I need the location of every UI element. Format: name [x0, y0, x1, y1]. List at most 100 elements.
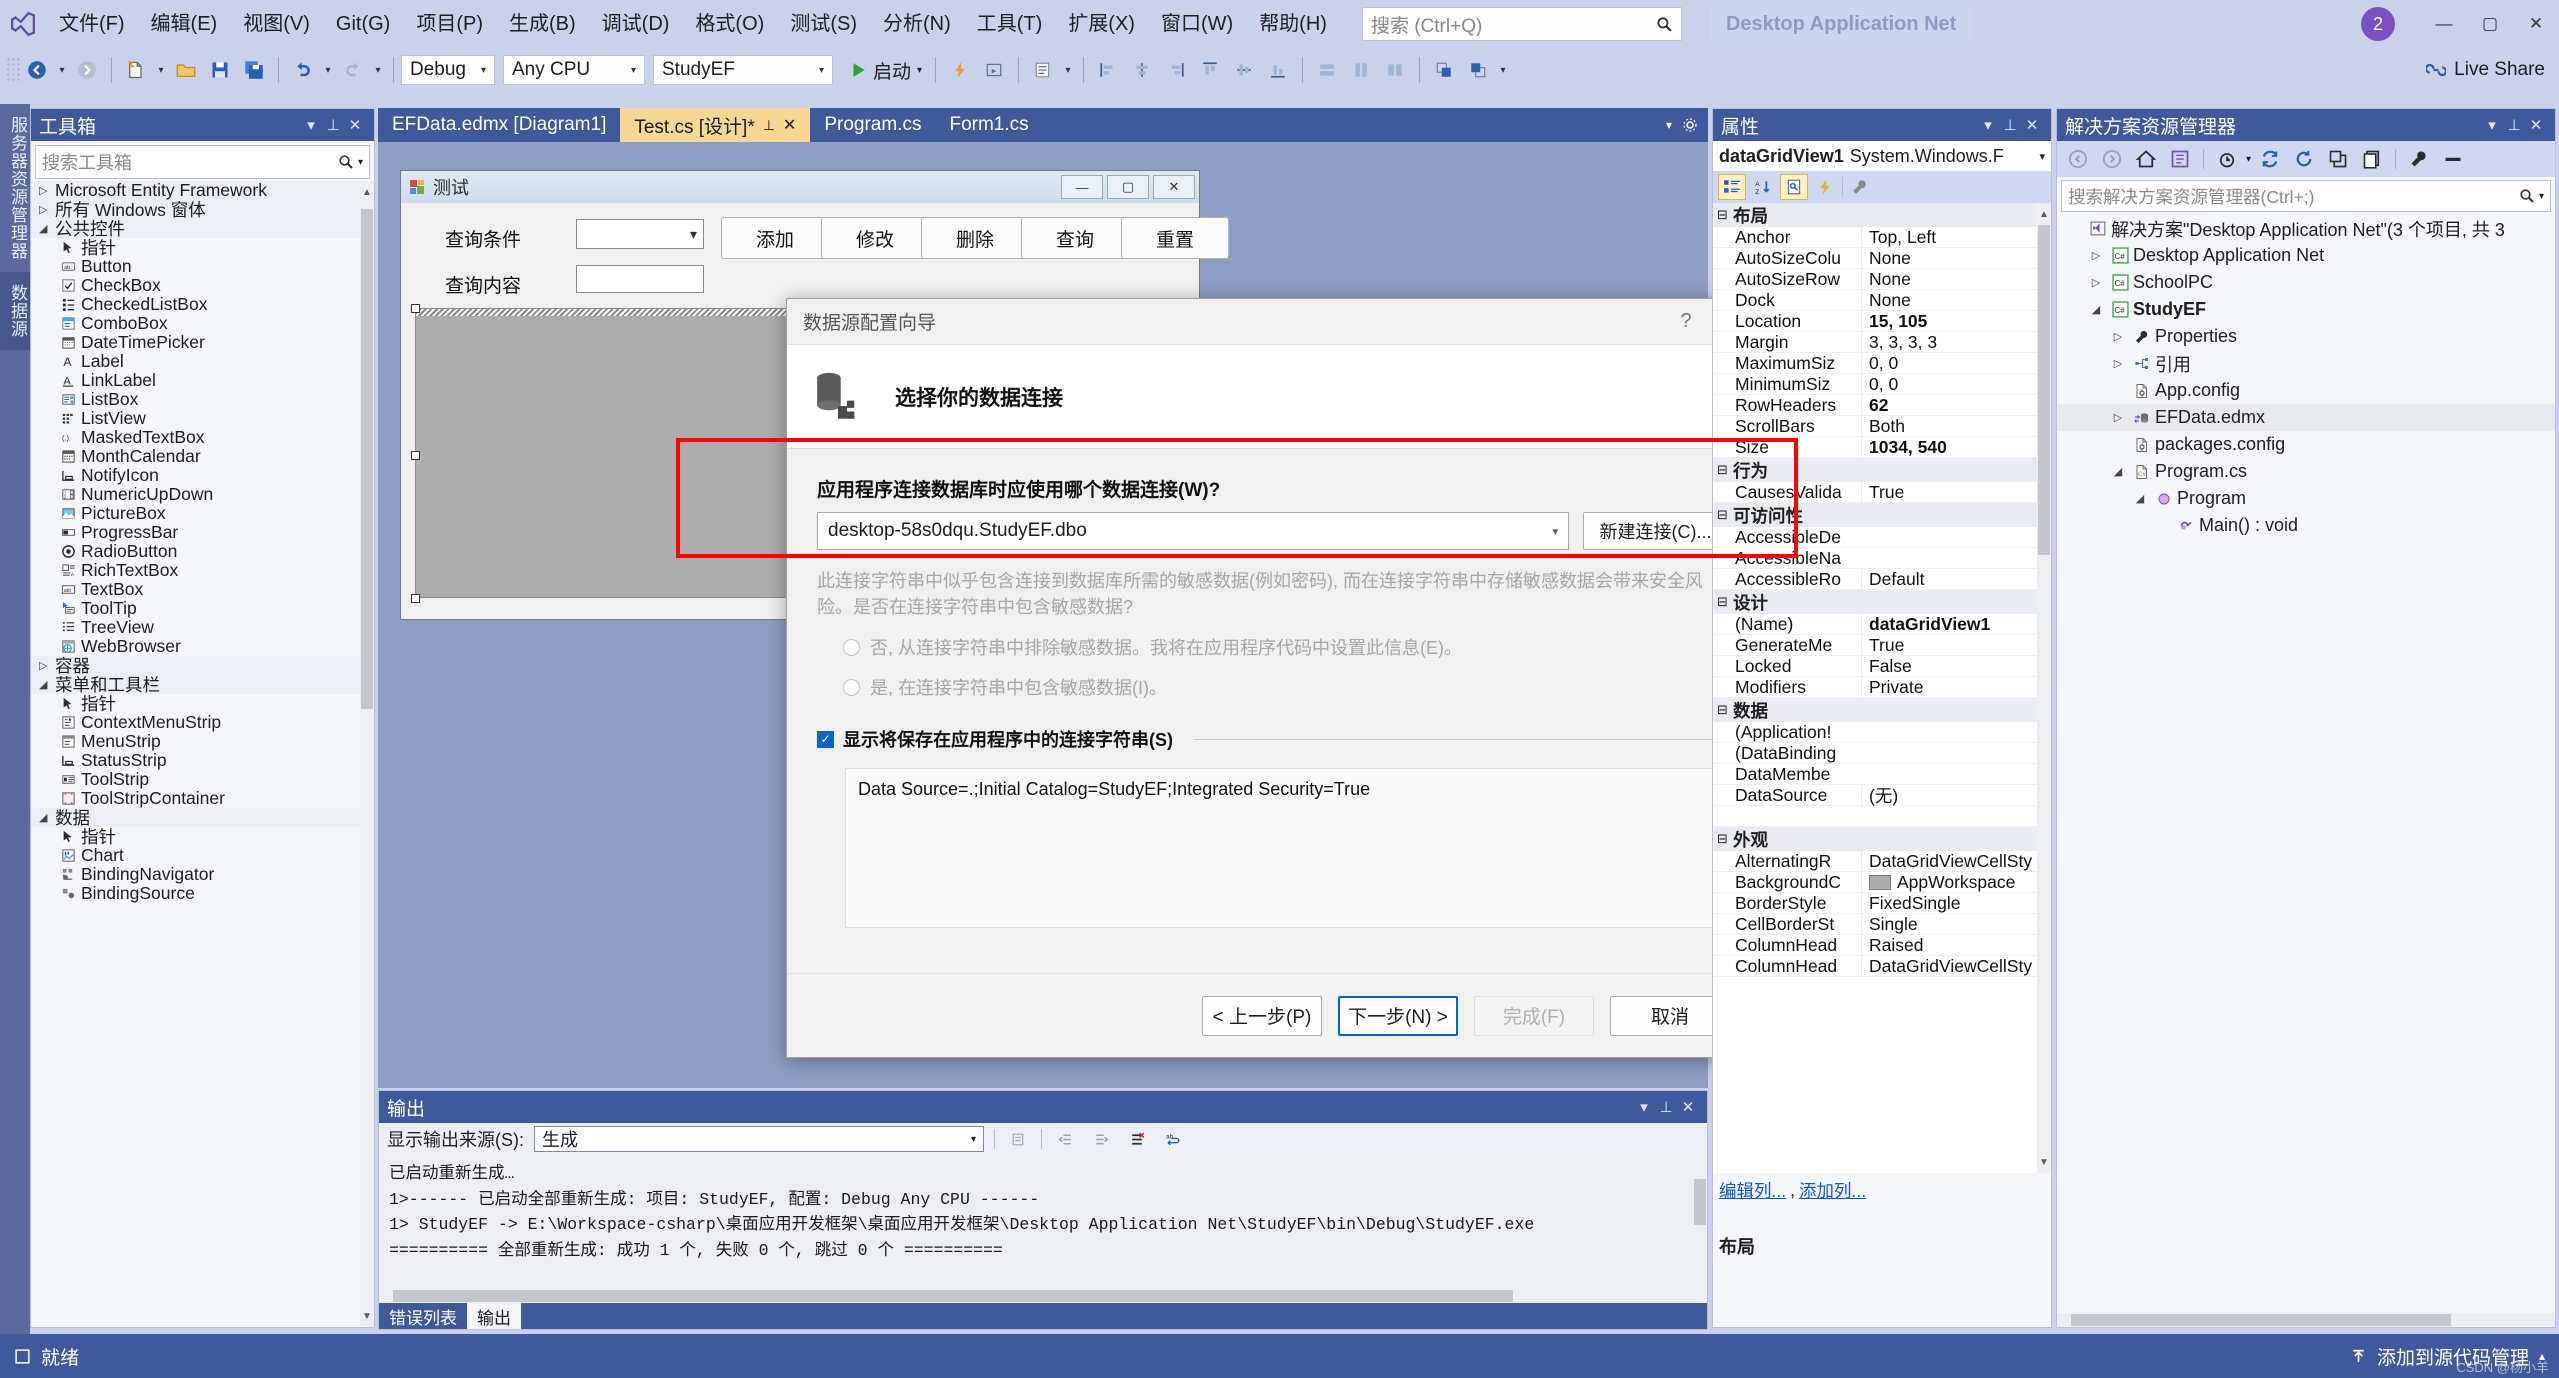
properties-object-selector[interactable]: dataGridView1 System.Windows.F ▾ — [1713, 141, 2051, 171]
property-row[interactable]: (DataBinding — [1713, 743, 2051, 764]
refresh-icon[interactable] — [2255, 145, 2285, 173]
preview-icon[interactable] — [2438, 145, 2468, 173]
send-to-back-icon[interactable] — [1461, 53, 1495, 87]
toolbox-item[interactable]: ALinkLabel — [31, 371, 374, 390]
solution-tree-item[interactable]: ▷C#Desktop Application Net — [2057, 242, 2555, 269]
property-value[interactable]: 62 — [1861, 395, 2051, 416]
menu-test[interactable]: 测试(S) — [777, 0, 870, 48]
solution-tree-item[interactable]: ▷C#SchoolPC — [2057, 269, 2555, 296]
collapse-toggle-icon[interactable]: ⊟ — [1717, 594, 1733, 610]
startup-project-combo[interactable]: StudyEF ▾ — [653, 55, 833, 85]
solution-tree-item[interactable]: ◢C#StudyEF — [2057, 296, 2555, 323]
property-row[interactable]: ColumnHeadRaised — [1713, 935, 2051, 956]
close-icon[interactable]: ✕ — [2525, 116, 2547, 134]
output-horizontal-scroll-thumb[interactable] — [393, 1290, 1513, 1302]
menu-tools[interactable]: 工具(T) — [964, 0, 1056, 48]
property-pages-icon[interactable] — [1846, 174, 1874, 200]
property-row[interactable]: DataSource(无) — [1713, 785, 2051, 806]
property-category[interactable]: ⊟布局 — [1713, 203, 2051, 227]
data-source-configuration-wizard-dialog[interactable]: 数据源配置向导 ? ✕ 选择你的数据连接 应用程序连接数据库时应使用哪个数据连接… — [786, 298, 1759, 1058]
format-document-icon[interactable] — [1026, 53, 1060, 87]
radio-exclude-sensitive[interactable]: 否, 从连接字符串中排除敏感数据。我将在应用程序代码中设置此信息(E)。 — [843, 634, 1728, 660]
gear-icon[interactable] — [1682, 117, 1698, 133]
menu-debug[interactable]: 调试(D) — [589, 0, 683, 48]
combobox-query-condition[interactable]: ▾ — [576, 219, 704, 249]
property-value[interactable]: False — [1861, 656, 2051, 677]
forward-icon[interactable] — [2097, 145, 2127, 173]
label-query-condition[interactable]: 查询条件 — [445, 225, 521, 252]
maximize-button[interactable]: ▢ — [2467, 0, 2513, 48]
resize-handle-top-left[interactable] — [411, 304, 420, 313]
close-button[interactable]: ✕ — [2513, 0, 2559, 48]
toggle-wordwrap-icon[interactable]: ab — [1160, 1126, 1186, 1152]
toolbox-item[interactable]: RadioButton — [31, 542, 374, 561]
close-icon[interactable]: ✕ — [1677, 1098, 1699, 1116]
menu-project[interactable]: 项目(P) — [403, 0, 496, 48]
align-rights-icon[interactable] — [1159, 53, 1193, 87]
tab-output[interactable]: 输出 — [467, 1303, 521, 1329]
document-tab[interactable]: Program.cs — [810, 108, 935, 142]
property-value[interactable]: AppWorkspace — [1861, 872, 2051, 893]
toolbox-item[interactable]: BindingSource — [31, 884, 374, 903]
select-element-icon[interactable] — [977, 53, 1011, 87]
toolbox-item-list[interactable]: ▷Microsoft Entity Framework▷所有 Windows 窗… — [31, 181, 374, 1327]
bring-to-front-icon[interactable] — [1427, 53, 1461, 87]
property-value[interactable]: 1034, 540 — [1861, 437, 2051, 458]
property-row[interactable]: AlternatingRDataGridViewCellSty — [1713, 851, 2051, 872]
start-debug-button[interactable]: 启动 ▾ — [843, 53, 928, 87]
make-same-size-icon[interactable] — [1378, 53, 1412, 87]
collapse-all-icon[interactable] — [2323, 145, 2353, 173]
chevron-expanded-icon[interactable]: ◢ — [2129, 492, 2151, 505]
property-value[interactable]: True — [1861, 482, 2051, 503]
property-row[interactable]: BorderStyleFixedSingle — [1713, 893, 2051, 914]
resize-handle-bottom-left[interactable] — [411, 594, 420, 603]
edit-columns-link[interactable]: 编辑列... — [1719, 1178, 1786, 1203]
output-source-combo[interactable]: 生成 ▾ — [534, 1126, 984, 1152]
chevron-down-icon[interactable]: ▾ — [2039, 150, 2045, 163]
chevron-expanded-icon[interactable]: ◢ — [2085, 303, 2107, 316]
properties-grid[interactable]: ⊟布局AnchorTop, LeftAutoSizeColuNoneAutoSi… — [1713, 203, 2051, 1173]
toolbox-item[interactable]: ablTextBox — [31, 580, 374, 599]
chevron-collapsed-icon[interactable]: ▷ — [2085, 276, 2107, 289]
clear-output-icon[interactable] — [1005, 1126, 1031, 1152]
menu-git[interactable]: Git(G) — [323, 0, 403, 48]
solution-explorer-search-input[interactable]: 搜索解决方案资源管理器(Ctrl+;) ▾ — [2061, 180, 2551, 212]
chevron-expanded-icon[interactable]: ◢ — [39, 811, 55, 824]
output-horizontal-scrollbar[interactable] — [379, 1289, 1693, 1303]
redo-icon[interactable] — [336, 53, 370, 87]
solution-tree-item[interactable]: ▷EFData.edmx — [2057, 404, 2555, 431]
hot-reload-icon[interactable] — [943, 53, 977, 87]
pin-icon[interactable]: ⊥ — [2503, 116, 2525, 134]
property-row[interactable]: AutoSizeColuNone — [1713, 248, 2051, 269]
property-value[interactable]: FixedSingle — [1861, 893, 2051, 914]
toolbox-item[interactable]: TreeView — [31, 618, 374, 637]
toolbox-scrollbar[interactable]: ▲ ▼ — [360, 181, 374, 1327]
solution-tree-item[interactable]: App.config — [2057, 377, 2555, 404]
menu-window[interactable]: 窗口(W) — [1148, 0, 1246, 48]
toolbox-item[interactable]: CheckBox — [31, 276, 374, 295]
chevron-down-icon[interactable]: ▾ — [1666, 118, 1672, 132]
toolbox-item[interactable]: 指针 — [31, 827, 374, 846]
tab-error-list[interactable]: 错误列表 — [379, 1303, 467, 1329]
switch-views-icon[interactable] — [2165, 145, 2195, 173]
add-column-link[interactable]: 添加列... — [1799, 1178, 1866, 1203]
solution-tree-item[interactable]: 解决方案"Desktop Application Net"(3 个项目, 共 3 — [2057, 215, 2555, 242]
solution-tree-item[interactable]: packages.config — [2057, 431, 2555, 458]
property-value[interactable]: 15, 105 — [1861, 311, 2051, 332]
toolbox-item[interactable]: DateTimePicker — [31, 333, 374, 352]
property-category[interactable]: ⊟行为 — [1713, 458, 2051, 482]
toolbox-item[interactable]: ALabel — [31, 352, 374, 371]
property-row[interactable]: RowHeaders62 — [1713, 395, 2051, 416]
minimize-button[interactable]: — — [2421, 0, 2467, 48]
property-value[interactable]: Default — [1861, 569, 2051, 590]
solution-tree-item[interactable]: ▷引用 — [2057, 350, 2555, 377]
redo-dropdown-icon[interactable]: ▾ — [370, 65, 386, 76]
property-value[interactable]: Private — [1861, 677, 2051, 698]
toolbox-item[interactable]: MonthCalendar — [31, 447, 374, 466]
scroll-down-icon[interactable]: ▼ — [2037, 1151, 2051, 1173]
global-search-input[interactable]: 搜索 (Ctrl+Q) — [1362, 7, 1682, 41]
property-value[interactable]: 3, 3, 3, 3 — [1861, 332, 2051, 353]
solution-horizontal-scrollbar[interactable] — [2057, 1313, 2555, 1327]
property-row[interactable]: MaximumSiz0, 0 — [1713, 353, 2051, 374]
menu-analyze[interactable]: 分析(N) — [870, 0, 964, 48]
